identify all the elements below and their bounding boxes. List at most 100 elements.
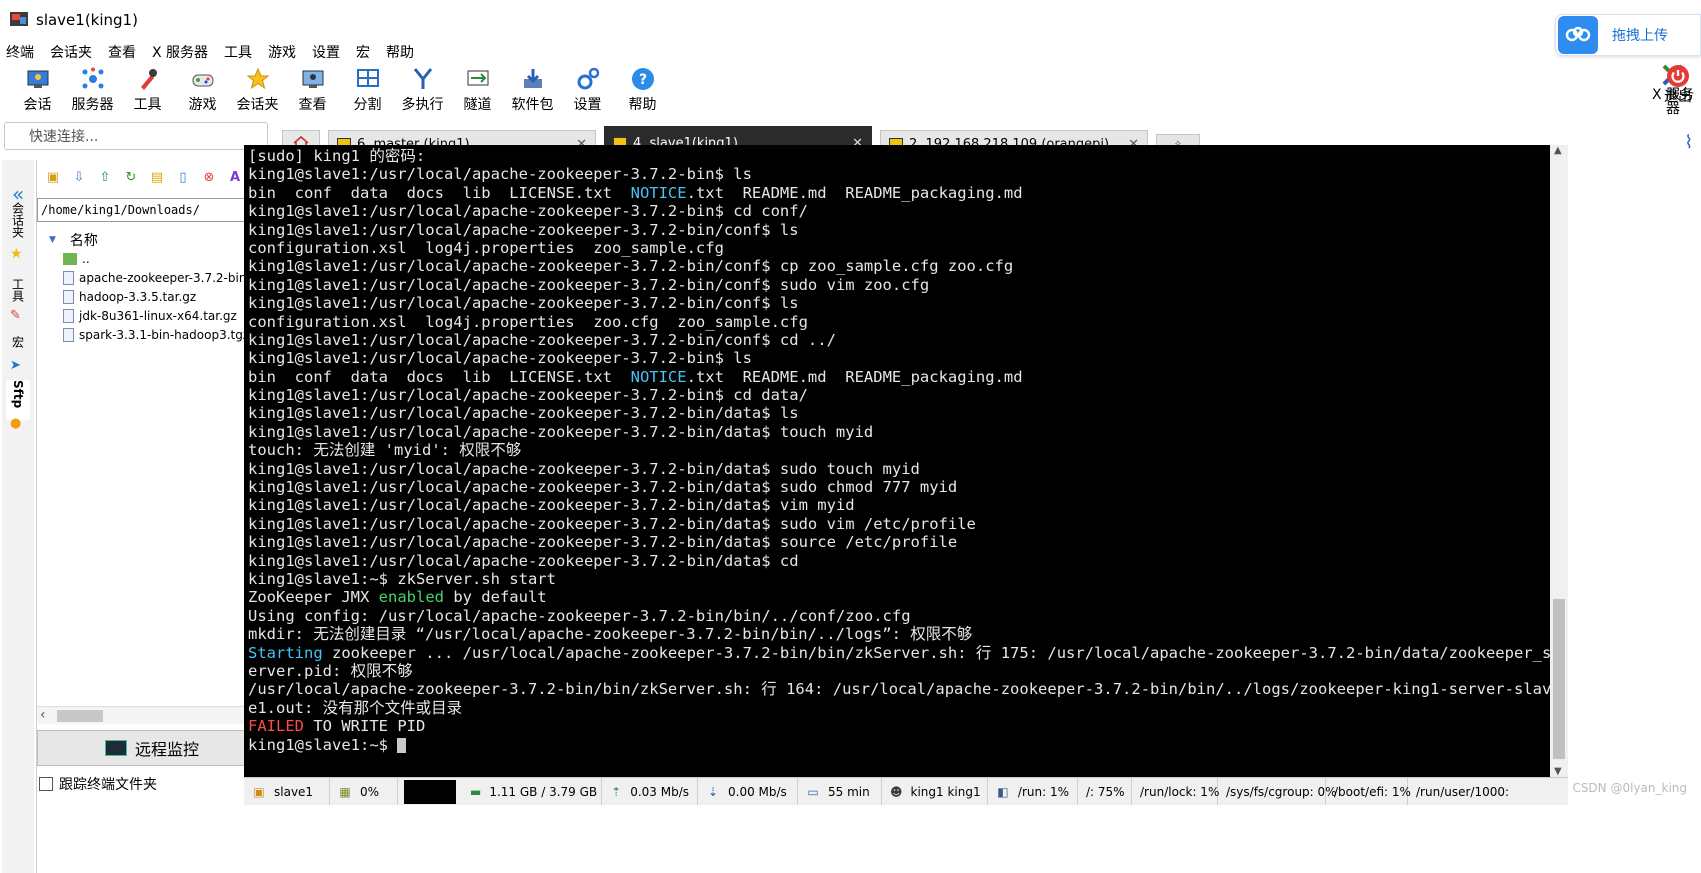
list-item[interactable]: jdk-8u361-linux-x64.tar.gz: [63, 309, 237, 323]
csdn-watermark: CSDN @0lyan_king: [1572, 781, 1687, 795]
terminal-line: king1@slave1:/usr/local/apache-zookeeper…: [248, 478, 1550, 496]
name-column-header[interactable]: ▼ 名称: [49, 230, 98, 250]
servers-icon: [80, 66, 106, 92]
toolbar-settings-button[interactable]: 设置: [560, 64, 615, 114]
scroll-up-icon[interactable]: ▲: [1554, 145, 1562, 156]
file-icon: [63, 309, 74, 323]
help-icon: ?: [630, 66, 656, 92]
toolbar-exit-button[interactable]: 退出: [1664, 64, 1692, 104]
terminal-text: king1@slave1:/usr/local/apache-zookeeper…: [248, 202, 808, 221]
terminal-text: Starting: [248, 643, 323, 662]
download-icon[interactable]: ⇩: [69, 168, 89, 186]
menu-view[interactable]: 查看: [108, 42, 136, 62]
rename-icon[interactable]: A: [225, 168, 245, 186]
menu-macros[interactable]: 宏: [356, 42, 370, 62]
toolbar-packages-button[interactable]: 软件包: [505, 64, 560, 114]
games-icon: [190, 66, 216, 92]
new-file-icon[interactable]: ▯: [173, 168, 193, 186]
menu-settings[interactable]: 设置: [312, 42, 340, 62]
download-arrow-icon: ⇣: [707, 784, 719, 799]
menu-help[interactable]: 帮助: [386, 42, 414, 62]
multiexec-icon: [410, 66, 436, 92]
terminal-text: king1@slave1:/usr/local/apache-zookeeper…: [248, 459, 920, 478]
quick-connect-input[interactable]: 快速连接...: [4, 122, 268, 150]
cpu-graph: [404, 779, 456, 804]
parent-folder-icon[interactable]: ▣: [43, 168, 63, 186]
scrollbar-thumb[interactable]: [1553, 599, 1565, 759]
side-tab-macros[interactable]: 宏: [6, 336, 30, 358]
upload-icon[interactable]: ⇧: [95, 168, 115, 186]
disk-icon: ◧: [997, 784, 1009, 799]
terminal-line: king1@slave1:/usr/local/apache-zookeeper…: [248, 331, 1550, 349]
toolbar-tunnel-button[interactable]: 隧道: [450, 64, 505, 114]
follow-terminal-folder-checkbox[interactable]: 跟踪终端文件夹: [39, 774, 157, 794]
toolbar-help-button[interactable]: ? 帮助: [615, 64, 670, 114]
side-tab-sftp[interactable]: Sftp: [6, 380, 30, 420]
new-folder-icon[interactable]: ▤: [147, 168, 167, 186]
status-disk-runuser: /run/user/1000:: [1416, 784, 1510, 799]
attach-icon[interactable]: ⌇: [1684, 132, 1693, 153]
status-disk-bootefi: /boot/efi: 1%: [1326, 778, 1411, 805]
list-item[interactable]: ..: [63, 252, 90, 266]
scroll-down-icon[interactable]: ▼: [1554, 766, 1562, 777]
menu-tools[interactable]: 工具: [224, 42, 252, 62]
status-memory: ▬ 1.11 GB / 3.79 GB: [462, 778, 602, 805]
file-icon: [63, 271, 74, 285]
terminal-line: /usr/local/apache-zookeeper-3.7.2-bin/bi…: [248, 680, 1550, 698]
menu-sessions[interactable]: 会话夹: [50, 42, 92, 62]
baidu-cloud-icon: [1558, 16, 1598, 54]
terminal-line: king1@slave1:/usr/local/apache-zookeeper…: [248, 165, 1550, 183]
uptime-monitor-icon: ▭: [807, 784, 819, 799]
terminal-text: bin conf data docs lib LICENSE.txt: [248, 367, 631, 386]
memory-icon: ▬: [470, 784, 482, 799]
toolbar-sessions-folder-button[interactable]: 会话夹: [230, 64, 285, 114]
sftp-horizontal-scrollbar[interactable]: ‹ ›: [37, 706, 269, 724]
session-icon: [25, 66, 51, 92]
terminal-cursor[interactable]: [397, 737, 407, 753]
terminal-text: NOTICE: [630, 183, 687, 202]
terminal-output[interactable]: [sudo] king1 的密码: king1@slave1:/usr/local…: [244, 145, 1550, 777]
expand-triangle-icon: ▼: [49, 235, 56, 245]
delete-icon[interactable]: ⊗: [199, 168, 219, 186]
terminal-line: king1@slave1:/usr/local/apache-zookeeper…: [248, 294, 1550, 312]
terminal-text: king1@slave1:/usr/local/apache-zookeeper…: [248, 330, 836, 349]
settings-icon: [575, 66, 601, 92]
list-item[interactable]: spark-3.3.1-bin-hadoop3.tgz: [63, 328, 249, 342]
menu-games[interactable]: 游戏: [268, 42, 296, 62]
menu-terminal[interactable]: 终端: [6, 42, 34, 62]
toolbar-view-button[interactable]: 查看: [285, 64, 340, 114]
status-disk-runlock: /run/lock: 1%: [1132, 778, 1219, 805]
checkbox[interactable]: [39, 777, 53, 791]
scroll-left-icon[interactable]: ‹: [40, 707, 46, 723]
status-cpu: ▦ 0%: [330, 778, 398, 805]
toolbar-games-button[interactable]: 游戏: [175, 64, 230, 114]
terminal-vertical-scrollbar[interactable]: ▲ ▼: [1550, 145, 1568, 777]
menu-xserver[interactable]: X 服务器: [152, 42, 208, 62]
terminal-line: king1@slave1:/usr/local/apache-zookeeper…: [248, 386, 1550, 404]
toolbar-session-button[interactable]: 会话: [10, 64, 65, 114]
terminal-line: king1@slave1:/usr/local/apache-zookeeper…: [248, 349, 1550, 367]
toolbar-tools-button[interactable]: 工具: [120, 64, 175, 114]
sftp-path-input[interactable]: /home/king1/Downloads/ ✓: [37, 198, 267, 222]
terminal-text: king1@slave1:~$: [248, 735, 398, 754]
toolbar-multiexec-button[interactable]: 多执行: [395, 64, 450, 114]
toolbar-split-button[interactable]: 分割: [340, 64, 395, 114]
remote-monitor-button[interactable]: 远程监控: [37, 730, 267, 766]
terminal-text: .txt README.md README_packaging.md: [686, 367, 1023, 386]
terminal-line: king1@slave1:~$: [248, 736, 1550, 754]
folder-up-icon: [63, 253, 77, 265]
toolbar-servers-button[interactable]: 服务器: [65, 64, 120, 114]
tunnel-icon: [465, 66, 491, 92]
terminal-text: king1@slave1:~$ zkServer.sh start: [248, 569, 556, 588]
drag-upload-widget[interactable]: 拖拽上传: [1555, 14, 1701, 56]
list-item[interactable]: hadoop-3.3.5.tar.gz: [63, 290, 196, 304]
terminal-text: king1@slave1:/usr/local/apache-zookeeper…: [248, 257, 1014, 276]
terminal-text: king1@slave1:/usr/local/apache-zookeeper…: [248, 422, 874, 441]
refresh-icon[interactable]: ↻: [121, 168, 141, 186]
cpu-icon: ▦: [339, 784, 351, 799]
list-item[interactable]: apache-zookeeper-3.7.2-bin.tar: [63, 271, 267, 285]
terminal-text: /usr/local/apache-zookeeper-3.7.2-bin/bi…: [248, 680, 1550, 699]
terminal-text: by default: [443, 588, 547, 607]
main-toolbar: 会话 服务器 工具 游戏 会话夹 查看 分割 多执行 隧道 软件包 设置 ? 帮…: [0, 64, 1701, 120]
scrollbar-thumb[interactable]: [57, 710, 103, 722]
